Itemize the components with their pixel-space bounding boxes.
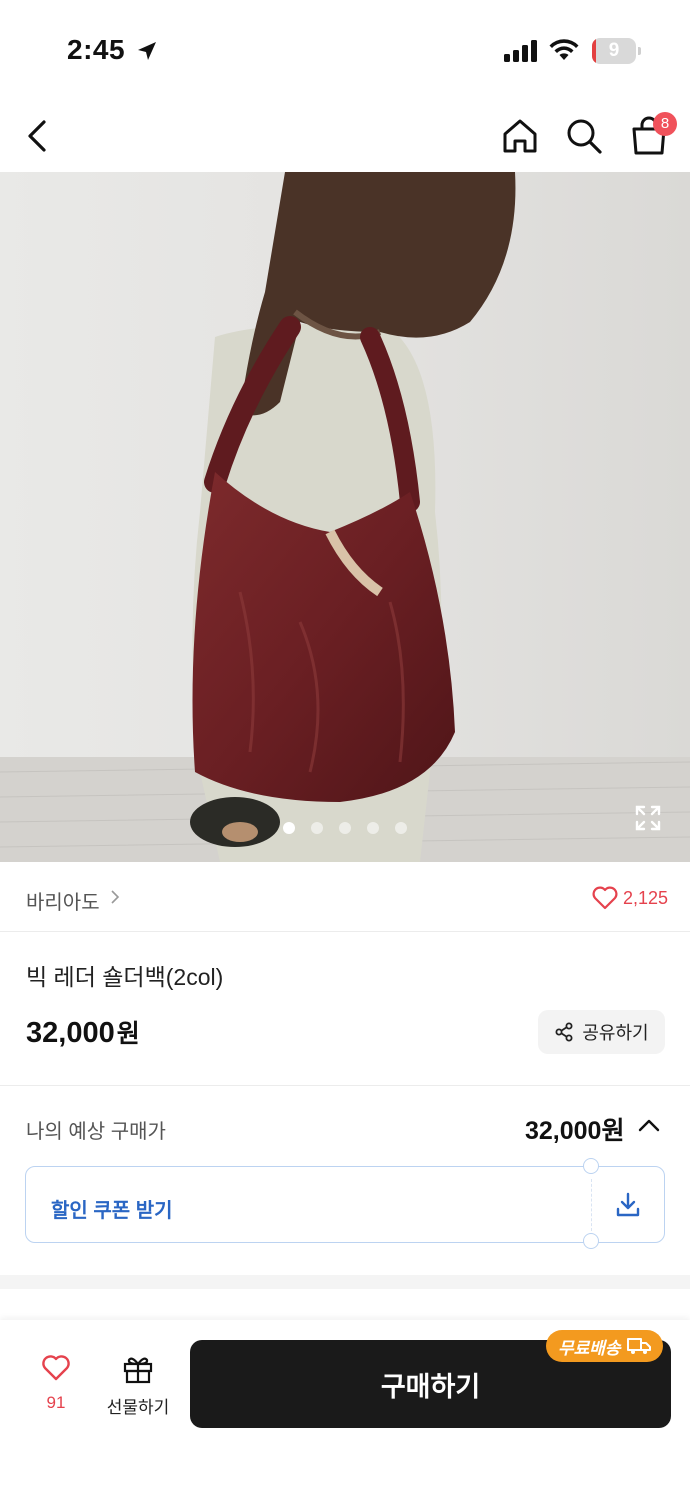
battery-indicator: 9 — [592, 38, 642, 64]
gallery-dot[interactable] — [395, 822, 407, 834]
wifi-icon — [549, 39, 579, 60]
brand-row[interactable]: 바리아도 2,125 — [0, 862, 690, 932]
free-shipping-badge: 무료배송 — [546, 1330, 663, 1362]
share-label: 공유하기 — [582, 1023, 649, 1043]
product-title: 빅 레더 숄더백(2col) — [26, 964, 224, 990]
product-photo — [0, 172, 690, 862]
price-value: 32,000 — [26, 1017, 115, 1049]
home-icon[interactable] — [500, 116, 540, 156]
gift-button[interactable]: 선물하기 — [102, 1354, 174, 1418]
coupon-label: 할인 쿠폰 받기 — [51, 1200, 173, 1222]
cart-button[interactable]: 8 — [627, 112, 677, 158]
like-button[interactable]: 91 — [34, 1354, 78, 1418]
chevron-up-icon[interactable] — [638, 1118, 660, 1132]
gallery-dot[interactable] — [367, 822, 379, 834]
expected-price-label: 나의 예상 구매가 — [26, 1121, 166, 1143]
gallery-pagination — [0, 822, 690, 834]
location-arrow-icon — [138, 42, 156, 60]
gallery-dot[interactable] — [339, 822, 351, 834]
cart-count-badge: 8 — [653, 112, 677, 136]
gift-label: 선물하기 — [106, 1398, 170, 1417]
heart-icon — [42, 1355, 70, 1381]
expand-icon[interactable] — [634, 804, 662, 832]
coupon-notch — [583, 1158, 599, 1174]
truck-icon — [626, 1338, 651, 1354]
signal-icon — [504, 40, 537, 62]
top-nav: 8 — [0, 100, 690, 172]
divider — [0, 1085, 690, 1086]
gallery-dot[interactable] — [283, 822, 295, 834]
share-button[interactable]: 공유하기 — [538, 1010, 665, 1054]
like-count: 2,125 — [623, 888, 669, 908]
coupon-notch — [583, 1233, 599, 1249]
bottom-action-bar: 91 선물하기 구매하기 무료배송 — [0, 1320, 690, 1500]
coupon-download-button[interactable]: 할인 쿠폰 받기 — [25, 1158, 665, 1249]
battery-level: 9 — [608, 40, 620, 61]
gallery-dot[interactable] — [311, 822, 323, 834]
gift-icon — [123, 1357, 153, 1384]
brand-name[interactable]: 바리아도 — [26, 886, 100, 915]
status-time: 2:45 — [67, 34, 126, 65]
price-unit: 원 — [116, 1020, 140, 1048]
search-icon[interactable] — [564, 116, 604, 156]
expected-price-value: 32,000원 — [525, 1117, 625, 1145]
heart-icon[interactable] — [592, 886, 618, 910]
back-arrow-icon[interactable] — [22, 116, 58, 156]
like-count: 91 — [46, 1393, 66, 1412]
download-icon — [616, 1192, 640, 1217]
free-shipping-label: 무료배송 — [558, 1338, 621, 1358]
coupon-separator — [591, 1179, 592, 1231]
section-divider — [0, 1275, 690, 1289]
status-bar: 2:45 9 — [0, 0, 690, 100]
product-image-gallery[interactable] — [0, 172, 690, 862]
product-price: 32,000원 — [26, 1014, 140, 1050]
chevron-right-icon — [111, 890, 120, 904]
share-icon — [555, 1022, 573, 1042]
